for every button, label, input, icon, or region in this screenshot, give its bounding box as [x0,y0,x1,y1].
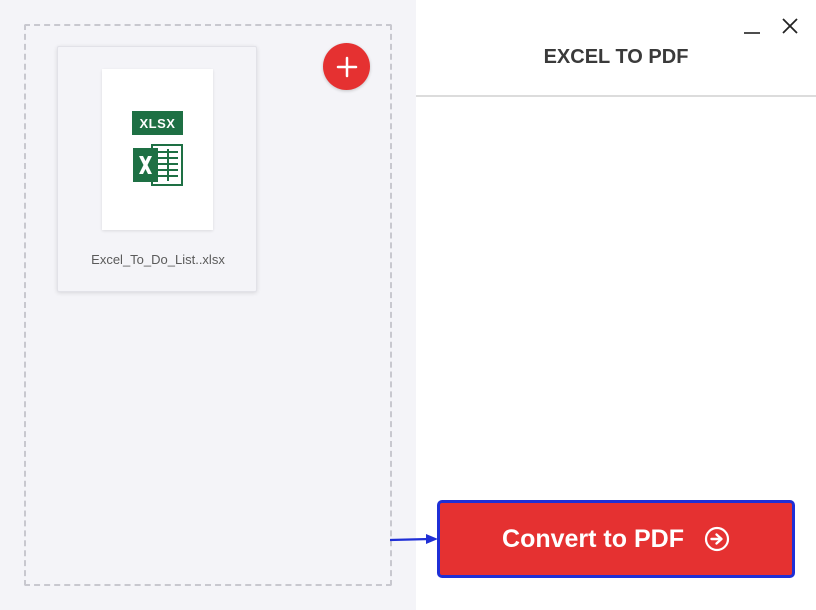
close-button[interactable] [778,14,802,38]
file-card[interactable]: XLSX Excel_To_Do_List..xlsx [57,46,257,292]
convert-to-pdf-button[interactable]: Convert to PDF [437,500,795,578]
minimize-button[interactable] [740,14,764,38]
page-title: EXCEL TO PDF [543,46,689,68]
minimize-icon [744,32,760,34]
close-icon [782,18,798,34]
file-type-badge: XLSX [132,111,183,135]
file-thumbnail: XLSX [102,69,213,230]
plus-icon [336,56,357,77]
file-drop-panel: XLSX Excel_To_Do_List..xlsx [0,0,416,610]
convert-button-label: Convert to PDF [502,524,684,553]
file-name: Excel_To_Do_List..xlsx [91,252,225,267]
header-divider [416,95,816,97]
pointer-arrow-icon [390,534,438,544]
settings-panel: EXCEL TO PDF Convert to PDF [416,0,816,610]
excel-file-icon [133,144,183,186]
add-file-button[interactable] [323,43,370,90]
arrow-right-circle-icon [704,526,730,552]
